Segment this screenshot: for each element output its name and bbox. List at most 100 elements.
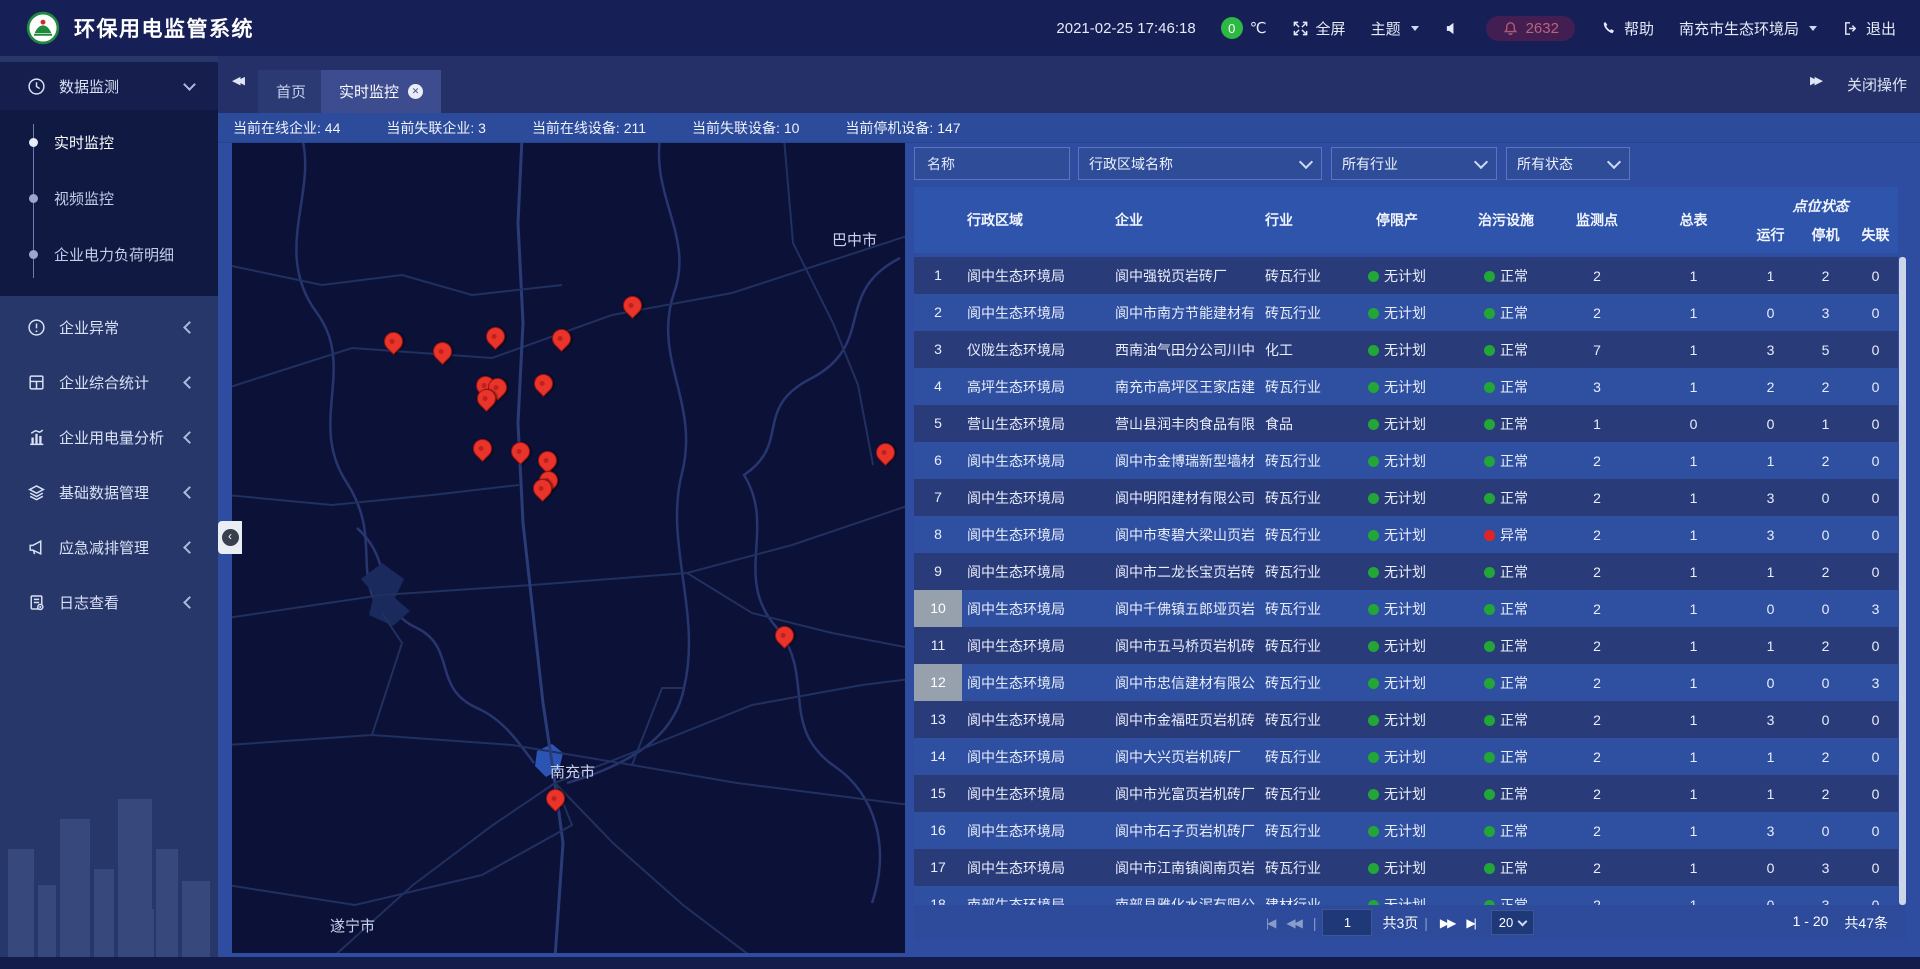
status-select[interactable]: 所有状态 (1506, 147, 1630, 180)
table-row[interactable]: 3仪陇生态环境局西南油气田分公司川中化工无计划正常71350 (914, 331, 1898, 368)
chevron-left-icon (183, 376, 196, 389)
close-operations-button[interactable]: 关闭操作 (1847, 74, 1907, 95)
table-row[interactable]: 15阆中生态环境局阆中市光富页岩机砖厂砖瓦行业无计划正常21120 (914, 775, 1898, 812)
row-industry: 砖瓦行业 (1260, 488, 1332, 508)
map-collapse-button[interactable] (218, 521, 242, 554)
row-region: 阆中生态环境局 (962, 488, 1110, 508)
row-lost: 0 (1853, 712, 1898, 728)
sidebar-item-7[interactable]: 日志查看 (0, 578, 218, 626)
next-page-icon[interactable]: ▶▶ (1434, 916, 1460, 930)
status-text: 正常 (1500, 342, 1528, 358)
table-row[interactable]: 18南部生态环境局南部县雅化水泥有限公建材行业无计划正常21030 (914, 886, 1898, 905)
close-icon[interactable] (408, 84, 423, 99)
status-text: 无计划 (1384, 453, 1426, 469)
table-row[interactable]: 10阆中生态环境局阆中千佛镇五郎垭页岩砖瓦行业无计划正常21003 (914, 590, 1898, 627)
row-run: 1 (1743, 786, 1798, 802)
table-row[interactable]: 17阆中生态环境局阆中市江南镇阆南页岩砖瓦行业无计划正常21030 (914, 849, 1898, 886)
sidebar-subitem[interactable]: 实时监控 (0, 114, 218, 170)
status-text: 无计划 (1384, 786, 1426, 802)
row-lost: 0 (1853, 897, 1898, 906)
row-industry: 砖瓦行业 (1260, 562, 1332, 582)
row-meter: 1 (1644, 712, 1743, 728)
table-row[interactable]: 1阆中生态环境局阆中强锐页岩砖厂砖瓦行业无计划正常21120 (914, 257, 1898, 294)
row-treat-status: 正常 (1462, 488, 1550, 508)
row-treat-status: 正常 (1462, 858, 1550, 878)
status-dot (1368, 345, 1379, 356)
status-text: 正常 (1500, 712, 1528, 728)
table-row[interactable]: 8阆中生态环境局阆中市枣碧大梁山页岩砖瓦行业无计划异常21300 (914, 516, 1898, 553)
table-row[interactable]: 14阆中生态环境局阆中大兴页岩机砖厂砖瓦行业无计划正常21120 (914, 738, 1898, 775)
col-region: 行政区域 (962, 210, 1110, 230)
sidebar-item-4[interactable]: 企业用电量分析 (0, 413, 218, 461)
stat-label: 当前停机设备: (845, 120, 937, 136)
row-company: 阆中大兴页岩机砖厂 (1110, 747, 1260, 767)
theme-dropdown[interactable]: 主题 (1371, 18, 1419, 39)
sidebar-item-6[interactable]: 应急减排管理 (0, 523, 218, 571)
sidebar-item-2[interactable]: 企业异常 (0, 303, 218, 351)
row-treat-status: 正常 (1462, 636, 1550, 656)
table-row[interactable]: 12阆中生态环境局阆中市忠信建材有限公砖瓦行业无计划正常21003 (914, 664, 1898, 701)
row-region: 阆中生态环境局 (962, 599, 1110, 619)
map-canvas[interactable]: 巴中市南充市遂宁市 (232, 143, 905, 953)
industry-select[interactable]: 所有行业 (1331, 147, 1497, 180)
sidebar-item-label: 企业综合统计 (59, 372, 149, 393)
sidebar-item-label: 应急减排管理 (59, 537, 149, 558)
row-monitor: 7 (1550, 342, 1644, 358)
fullscreen-button[interactable]: 全屏 (1292, 18, 1346, 39)
status-dot (1368, 604, 1379, 615)
help-button[interactable]: 帮助 (1600, 18, 1654, 39)
last-page-icon[interactable]: ▶| (1460, 916, 1480, 930)
table-row[interactable]: 9阆中生态环境局阆中市二龙长宝页岩砖砖瓦行业无计划正常21120 (914, 553, 1898, 590)
row-halt: 0 (1798, 601, 1853, 617)
table-row[interactable]: 6阆中生态环境局阆中市金博瑞新型墙材砖瓦行业无计划正常21120 (914, 442, 1898, 479)
chevron-down-icon (1474, 154, 1488, 168)
status-dot (1484, 567, 1495, 578)
row-halt: 2 (1798, 749, 1853, 765)
table-row[interactable]: 2阆中生态环境局阆中市南方节能建材有砖瓦行业无计划正常21030 (914, 294, 1898, 331)
row-halt: 3 (1798, 860, 1853, 876)
volume-icon[interactable] (1444, 20, 1461, 37)
sidebar-item-3[interactable]: 企业综合统计 (0, 358, 218, 406)
table-row[interactable]: 11阆中生态环境局阆中市五马桥页岩机砖砖瓦行业无计划正常21120 (914, 627, 1898, 664)
table-row[interactable]: 7阆中生态环境局阆中明阳建材有限公司砖瓦行业无计划正常21300 (914, 479, 1898, 516)
region-select[interactable]: 行政区域名称 (1078, 147, 1322, 180)
page-number-input[interactable] (1322, 909, 1372, 936)
sidebar-subitem[interactable]: 企业电力负荷明细 (0, 226, 218, 282)
row-meter: 1 (1644, 897, 1743, 906)
sidebar-item-1[interactable]: 数据监测 (0, 62, 218, 110)
tabs-scroll-right-icon[interactable]: ▶▶ (1810, 74, 1834, 87)
table-panel: 行政区域名称 所有行业 所有状态 行政区域 企业 行业 停限产 治污设施 监测点… (914, 147, 1906, 953)
row-stop-status: 无计划 (1332, 414, 1462, 434)
logout-button[interactable]: 退出 (1842, 18, 1896, 39)
first-page-icon[interactable]: |◀ (1260, 916, 1280, 930)
map-city-label: 遂宁市 (330, 915, 375, 936)
tab-realtime-monitor[interactable]: 实时监控 (321, 70, 441, 113)
search-input[interactable] (925, 155, 1059, 173)
row-lost: 0 (1853, 527, 1898, 543)
status-text: 无计划 (1384, 897, 1426, 906)
table-row[interactable]: 4高坪生态环境局南充市高坪区王家店建砖瓦行业无计划正常31220 (914, 368, 1898, 405)
table-row[interactable]: 16阆中生态环境局阆中市石子页岩机砖厂砖瓦行业无计划正常21300 (914, 812, 1898, 849)
table-row[interactable]: 5营山生态环境局营山县润丰肉食品有限食品无计划正常10010 (914, 405, 1898, 442)
tab-home[interactable]: 首页 (258, 70, 324, 113)
row-region: 阆中生态环境局 (962, 451, 1110, 471)
row-stop-status: 无计划 (1332, 747, 1462, 767)
name-search-input[interactable] (914, 147, 1070, 180)
row-stop-status: 无计划 (1332, 377, 1462, 397)
row-treat-status: 正常 (1462, 599, 1550, 619)
row-run: 2 (1743, 379, 1798, 395)
table-scrollbar[interactable] (1899, 257, 1906, 905)
notifications-badge[interactable]: 2632 (1486, 16, 1575, 41)
prev-page-icon[interactable]: ◀◀ (1280, 916, 1306, 930)
status-dot (1484, 456, 1495, 467)
row-run: 3 (1743, 823, 1798, 839)
org-dropdown[interactable]: 南充市生态环境局 (1679, 18, 1817, 39)
table-row[interactable]: 13阆中生态环境局阆中市金福旺页岩机砖砖瓦行业无计划正常21300 (914, 701, 1898, 738)
sidebar-item-5[interactable]: 基础数据管理 (0, 468, 218, 516)
tabs-scroll-left-icon[interactable]: ◀◀ (232, 74, 256, 87)
row-industry: 砖瓦行业 (1260, 673, 1332, 693)
status-text: 无计划 (1384, 490, 1426, 506)
sidebar-subitem[interactable]: 视频监控 (0, 170, 218, 226)
row-index: 12 (914, 664, 962, 701)
page-size-select[interactable]: 20 (1491, 910, 1534, 935)
